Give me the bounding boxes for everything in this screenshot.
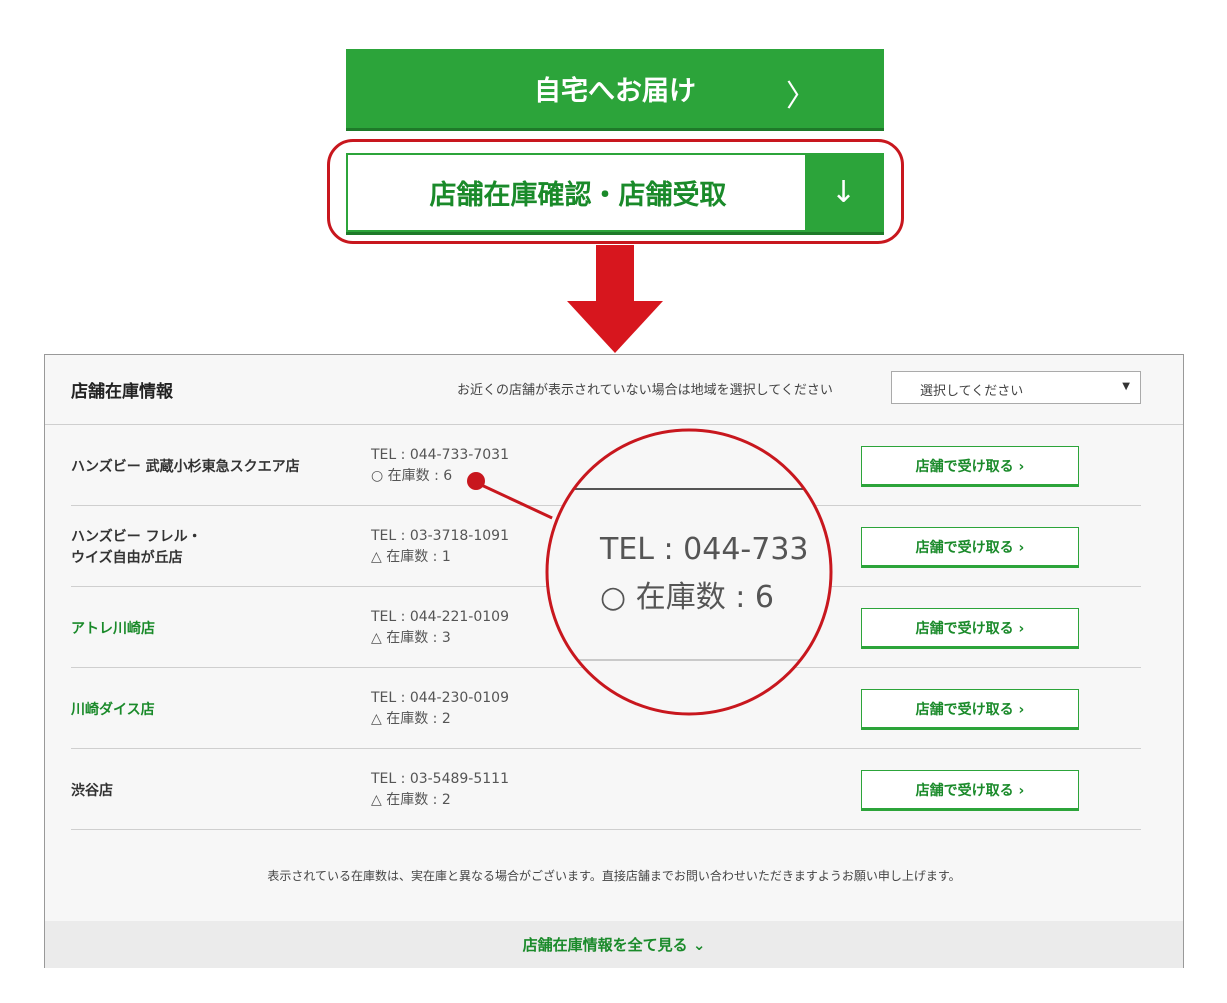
- store-tel: TEL : 03-5489-5111: [371, 771, 509, 787]
- store-row: 渋谷店 TEL : 03-5489-5111 △ 在庫数 : 2 店舗で受け取る…: [71, 749, 1141, 830]
- magnifier-pointer-dot: [467, 472, 485, 490]
- home-delivery-label: 自宅へお届け: [534, 76, 696, 107]
- stock-notice: 表示されている在庫数は、実在庫と異なる場合がございます。直接店舗までお問い合わせ…: [267, 869, 961, 883]
- store-stock: △ 在庫数 : 2: [371, 711, 451, 727]
- region-hint: お近くの店舗が表示されていない場合は地域を選択してください: [457, 383, 833, 398]
- store-tel: TEL : 044-221-0109: [371, 609, 509, 625]
- show-all-stores-button[interactable]: 店舗在庫情報を全て見る ⌄: [45, 921, 1183, 968]
- magnifier-callout: TEL : 044-733 ○ 在庫数 : 6: [545, 428, 833, 716]
- home-delivery-button[interactable]: 自宅へお届け 〉: [346, 49, 884, 128]
- store-stock-check-button[interactable]: 店舗在庫確認・店舗受取 ↓: [346, 153, 884, 232]
- store-tel: TEL : 03-3718-1091: [371, 528, 509, 544]
- store-tel: TEL : 044-230-0109: [371, 690, 509, 706]
- store-name-line2: ウイズ自由が丘店: [71, 550, 183, 566]
- pickup-button[interactable]: 店舗で受け取る ›: [861, 689, 1079, 728]
- store-name-line1: ハンズビー フレル・: [71, 529, 202, 545]
- pickup-button[interactable]: 店舗で受け取る ›: [861, 608, 1079, 647]
- region-select-value: 選択してください: [920, 384, 1024, 399]
- big-red-arrow-icon: [567, 245, 663, 353]
- store-stock: △ 在庫数 : 3: [371, 630, 451, 646]
- store-name: 川崎ダイス店: [71, 702, 155, 718]
- magnified-tel: TEL : 044-733: [599, 532, 809, 567]
- store-stock: △ 在庫数 : 2: [371, 792, 451, 808]
- store-tel: TEL : 044-733-7031: [371, 447, 509, 463]
- panel-title: 店舗在庫情報: [71, 382, 173, 402]
- store-name: ハンズビー 武蔵小杉東急スクエア店: [71, 459, 300, 475]
- arrow-down-icon: ↓: [805, 155, 882, 230]
- panel-header: 店舗在庫情報 お近くの店舗が表示されていない場合は地域を選択してください 選択し…: [45, 355, 1183, 425]
- store-name: 渋谷店: [71, 783, 113, 799]
- pickup-button[interactable]: 店舗で受け取る ›: [861, 527, 1079, 566]
- pickup-button[interactable]: 店舗で受け取る ›: [861, 770, 1079, 809]
- magnified-stock: ○ 在庫数 : 6: [600, 580, 774, 615]
- pickup-button[interactable]: 店舗で受け取る ›: [861, 446, 1079, 485]
- region-select[interactable]: 選択してください ▼: [891, 371, 1141, 404]
- store-stock: △ 在庫数 : 1: [371, 549, 451, 565]
- store-name: アトレ川崎店: [71, 621, 155, 637]
- store-stock-check-label: 店舗在庫確認・店舗受取: [429, 180, 727, 211]
- caret-down-icon: ▼: [1122, 381, 1130, 392]
- store-stock: ○ 在庫数 : 6: [371, 468, 453, 484]
- chevron-right-icon: 〉: [786, 79, 816, 114]
